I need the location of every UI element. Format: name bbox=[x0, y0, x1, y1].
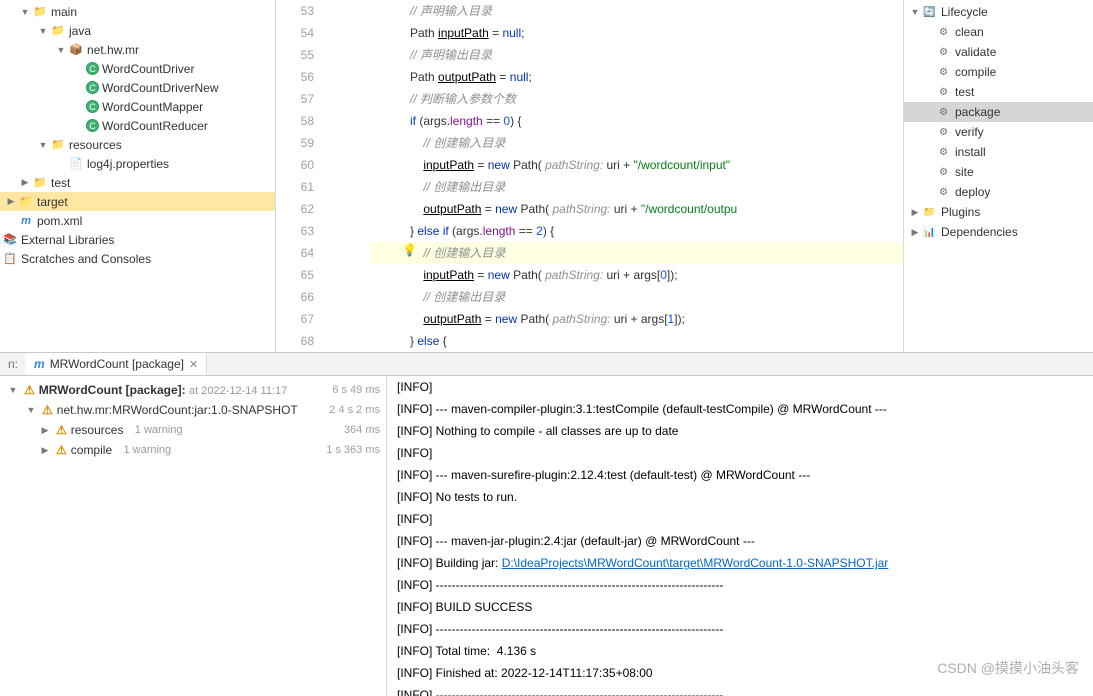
tree-drivernew[interactable]: CWordCountDriverNew bbox=[0, 78, 275, 97]
tree-java[interactable]: ▼📁java bbox=[0, 21, 275, 40]
tree-main[interactable]: ▼📁main bbox=[0, 2, 275, 21]
lifecycle-icon: 🔄 bbox=[922, 5, 937, 20]
code-editor[interactable]: 53545556575859606162636465666768 // 声明输入… bbox=[276, 0, 903, 352]
close-icon[interactable]: ✕ bbox=[189, 358, 198, 371]
scratch-icon: 📋 bbox=[2, 251, 18, 267]
watermark: CSDN @摸摸小油头客 bbox=[937, 658, 1079, 678]
maven-plugins[interactable]: ▶📁Plugins bbox=[904, 202, 1093, 222]
maven-install[interactable]: ⚙install bbox=[904, 142, 1093, 162]
maven-panel[interactable]: ▼🔄Lifecycle ⚙clean ⚙validate ⚙compile ⚙t… bbox=[903, 0, 1093, 352]
class-icon: C bbox=[86, 81, 99, 94]
jar-link[interactable]: D:\IdeaProjects\MRWordCount\target\MRWor… bbox=[502, 556, 889, 570]
maven-icon: m bbox=[34, 357, 45, 371]
class-icon: C bbox=[86, 119, 99, 132]
gear-icon: ⚙ bbox=[936, 105, 951, 120]
maven-test[interactable]: ⚙test bbox=[904, 82, 1093, 102]
run-artifact[interactable]: ▼ ⚠ net.hw.mr:MRWordCount:jar:1.0-SNAPSH… bbox=[6, 400, 380, 420]
gear-icon: ⚙ bbox=[936, 85, 951, 100]
tree-pkg[interactable]: ▼📦net.hw.mr bbox=[0, 40, 275, 59]
tree-mapper[interactable]: CWordCountMapper bbox=[0, 97, 275, 116]
tree-extlib[interactable]: 📚External Libraries bbox=[0, 230, 275, 249]
gear-icon: ⚙ bbox=[936, 45, 951, 60]
maven-clean[interactable]: ⚙clean bbox=[904, 22, 1093, 42]
maven-compile[interactable]: ⚙compile bbox=[904, 62, 1093, 82]
tree-test[interactable]: ▶📁test bbox=[0, 173, 275, 192]
deps-icon: 📊 bbox=[922, 225, 937, 240]
gear-icon: ⚙ bbox=[936, 165, 951, 180]
gear-icon: ⚙ bbox=[936, 125, 951, 140]
library-icon: 📚 bbox=[2, 232, 18, 248]
run-tree[interactable]: ▼ ⚠ MRWordCount [package]: at 2022-12-14… bbox=[0, 376, 387, 696]
run-tab-label: MRWordCount [package] bbox=[50, 357, 184, 371]
tree-pom[interactable]: mpom.xml bbox=[0, 211, 275, 230]
tree-log4j[interactable]: 📄log4j.properties bbox=[0, 154, 275, 173]
run-resources[interactable]: ▶ ⚠ resources 1 warning 364 ms bbox=[6, 420, 380, 440]
maven-verify[interactable]: ⚙verify bbox=[904, 122, 1093, 142]
maven-validate[interactable]: ⚙validate bbox=[904, 42, 1093, 62]
gear-icon: ⚙ bbox=[936, 65, 951, 80]
maven-package[interactable]: ⚙package bbox=[904, 102, 1093, 122]
file-icon: 📄 bbox=[68, 156, 84, 172]
tree-scratch[interactable]: 📋Scratches and Consoles bbox=[0, 249, 275, 268]
run-prefix: n: bbox=[0, 357, 26, 371]
warn-icon: ⚠ bbox=[56, 423, 67, 437]
run-tab-bar: n: m MRWordCount [package] ✕ bbox=[0, 353, 1093, 376]
tree-resources[interactable]: ▼📁resources bbox=[0, 135, 275, 154]
maven-site[interactable]: ⚙site bbox=[904, 162, 1093, 182]
project-tree[interactable]: ▼📁main ▼📁java ▼📦net.hw.mr CWordCountDriv… bbox=[0, 0, 276, 352]
warn-icon: ⚠ bbox=[42, 403, 53, 417]
maven-deploy[interactable]: ⚙deploy bbox=[904, 182, 1093, 202]
warn-icon: ⚠ bbox=[24, 383, 35, 397]
intention-bulb-icon[interactable]: 💡 bbox=[402, 243, 418, 259]
build-console[interactable]: [INFO][INFO] --- maven-compiler-plugin:3… bbox=[387, 376, 1093, 696]
maven-icon: m bbox=[18, 213, 34, 229]
run-tab[interactable]: m MRWordCount [package] ✕ bbox=[26, 353, 207, 375]
maven-deps[interactable]: ▶📊Dependencies bbox=[904, 222, 1093, 242]
run-compile[interactable]: ▶ ⚠ compile 1 warning 1 s 363 ms bbox=[6, 440, 380, 460]
tree-reducer[interactable]: CWordCountReducer bbox=[0, 116, 275, 135]
gear-icon: ⚙ bbox=[936, 145, 951, 160]
class-icon: C bbox=[86, 62, 99, 75]
class-icon: C bbox=[86, 100, 99, 113]
warn-icon: ⚠ bbox=[56, 443, 67, 457]
tree-target[interactable]: ▶📁target bbox=[0, 192, 275, 211]
tree-driver[interactable]: CWordCountDriver bbox=[0, 59, 275, 78]
gear-icon: ⚙ bbox=[936, 185, 951, 200]
run-root[interactable]: ▼ ⚠ MRWordCount [package]: at 2022-12-14… bbox=[6, 380, 380, 400]
plugins-icon: 📁 bbox=[922, 205, 937, 220]
gear-icon: ⚙ bbox=[936, 25, 951, 40]
maven-lifecycle[interactable]: ▼🔄Lifecycle bbox=[904, 2, 1093, 22]
